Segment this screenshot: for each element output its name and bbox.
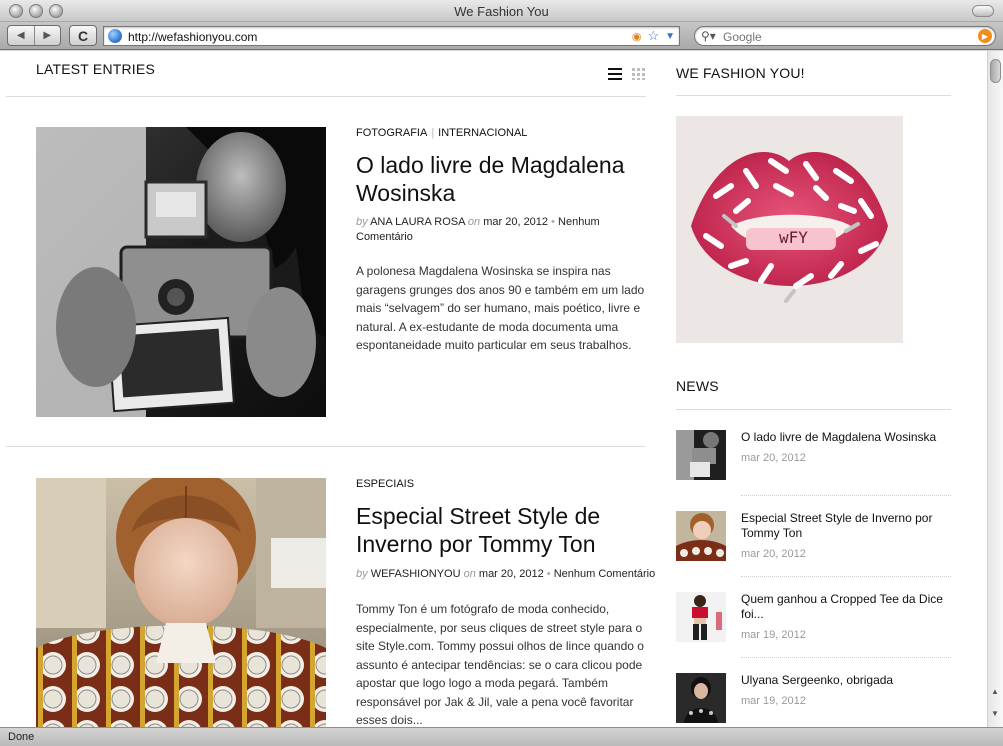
url-dropdown-icon[interactable]: ▼: [665, 31, 675, 44]
url-input[interactable]: [128, 29, 608, 44]
search-bar[interactable]: ⚲▾ ▶: [694, 26, 996, 46]
rss-icon[interactable]: ◉: [632, 30, 642, 44]
search-input[interactable]: [723, 29, 963, 44]
author-link[interactable]: ANA LAURA ROSA: [370, 216, 465, 228]
news-date: mar 19, 2012: [741, 695, 806, 707]
news-heading: NEWS: [676, 378, 719, 394]
bookmark-star-icon[interactable]: ☆: [647, 28, 659, 44]
polaroid-photographer-image: [36, 127, 326, 417]
news-item[interactable]: Ulyana Sergeenko, obrigada mar 19, 2012: [676, 673, 951, 727]
post-byline: by WEFASHIONYOU on mar 20, 2012 • Nenhum…: [356, 568, 656, 580]
toolbar-toggle-button[interactable]: [972, 5, 994, 17]
forward-button[interactable]: ▶: [33, 26, 61, 45]
reload-icon: C: [77, 27, 89, 44]
post-title[interactable]: Especial Street Style de Inverno por Tom…: [356, 502, 646, 558]
scroll-down-arrow-icon[interactable]: ▼: [991, 709, 999, 718]
post-divider: [6, 446, 646, 447]
news-title[interactable]: Quem ganhou a Cropped Tee da Dice foi...: [741, 592, 951, 622]
news-title[interactable]: Especial Street Style de Inverno por Tom…: [741, 511, 951, 541]
browser-toolbar: ◀ ▶ C ◉ ☆ ▼ ⚲▾ ▶: [0, 22, 1003, 50]
status-text: Done: [8, 731, 35, 743]
news-thumbnail[interactable]: [676, 592, 726, 642]
category-link[interactable]: ESPECIAIS: [356, 478, 414, 490]
vertical-scrollbar[interactable]: ▲ ▼: [987, 51, 1003, 727]
category-link[interactable]: INTERNACIONAL: [438, 127, 527, 139]
post-excerpt: Tommy Ton é um fotógrafo de moda conheci…: [356, 602, 644, 727]
window-titlebar: We Fashion You: [0, 0, 1003, 22]
news-thumb-polaroid: [676, 430, 726, 480]
post-thumbnail-street-style[interactable]: [36, 478, 326, 727]
page-viewport: LATEST ENTRIES FOTOGRAFIA | INTERNACIONA…: [0, 51, 987, 727]
news-item[interactable]: O lado livre de Magdalena Wosinska mar 2…: [676, 430, 951, 496]
grid-view-icon[interactable]: [632, 68, 645, 80]
news-title[interactable]: O lado livre de Magdalena Wosinska: [741, 430, 951, 445]
news-thumb-ulyana: [676, 673, 726, 723]
comments-link[interactable]: Nenhum Comentário: [554, 568, 656, 580]
news-title[interactable]: Ulyana Sergeenko, obrigada: [741, 673, 951, 688]
scroll-up-arrow-icon[interactable]: ▲: [991, 687, 999, 696]
post-thumbnail-polaroid[interactable]: [36, 127, 326, 417]
search-go-icon[interactable]: ▶: [978, 29, 992, 43]
post-categories: FOTOGRAFIA | INTERNACIONAL: [356, 127, 528, 139]
news-thumb-cropped-tee: [676, 592, 726, 642]
news-item[interactable]: Quem ganhou a Cropped Tee da Dice foi...…: [676, 592, 951, 658]
news-date: mar 20, 2012: [741, 452, 806, 464]
lip-logo-text: wFY: [779, 228, 808, 247]
sidebar-heading-divider: [676, 95, 951, 96]
history-nav: ◀ ▶: [7, 25, 61, 46]
news-date: mar 19, 2012: [741, 629, 806, 641]
news-thumbnail[interactable]: [676, 430, 726, 480]
sprinkle-lips-image: wFY: [676, 116, 903, 343]
street-style-model-image: [36, 478, 326, 727]
heading-divider: [6, 96, 646, 97]
news-thumb-street-style: [676, 511, 726, 561]
latest-entries-heading: LATEST ENTRIES: [36, 61, 155, 77]
reload-button[interactable]: C: [69, 25, 97, 46]
status-bar: Done: [0, 727, 1003, 746]
news-thumbnail[interactable]: [676, 511, 726, 561]
sidebar-heading: WE FASHION YOU!: [676, 65, 805, 81]
search-icon[interactable]: ⚲▾: [701, 29, 716, 43]
globe-icon: [108, 29, 122, 43]
post-byline: by ANA LAURA ROSA on mar 20, 2012 • Nenh…: [356, 216, 600, 243]
post-date: mar 20, 2012: [483, 216, 549, 228]
post-date: mar 20, 2012: [478, 568, 544, 580]
news-thumbnail[interactable]: [676, 673, 726, 723]
category-link[interactable]: FOTOGRAFIA: [356, 127, 427, 139]
post-categories: ESPECIAIS: [356, 478, 414, 490]
back-button[interactable]: ◀: [8, 26, 34, 45]
address-bar[interactable]: ◉ ☆ ▼: [103, 26, 680, 46]
news-item[interactable]: Especial Street Style de Inverno por Tom…: [676, 511, 951, 577]
feature-image-lips[interactable]: wFY: [676, 116, 903, 343]
list-view-icon[interactable]: [608, 68, 622, 80]
window-title: We Fashion You: [454, 4, 549, 19]
post-excerpt: A polonesa Magdalena Wosinska se inspira…: [356, 264, 645, 352]
author-link[interactable]: WEFASHIONYOU: [371, 568, 461, 580]
news-date: mar 20, 2012: [741, 548, 806, 560]
news-heading-divider: [676, 409, 951, 410]
scrollbar-thumb[interactable]: [990, 59, 1001, 83]
post-title[interactable]: O lado livre de Magdalena Wosinska: [356, 151, 646, 207]
